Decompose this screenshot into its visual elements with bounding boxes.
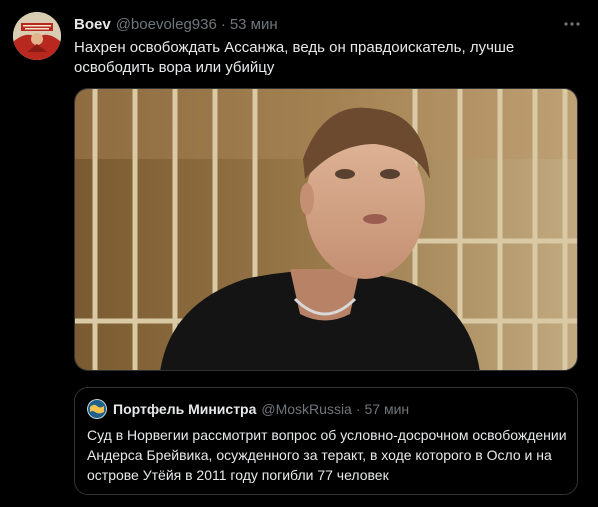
separator-dot: · xyxy=(220,15,226,33)
author-name[interactable]: Boev xyxy=(74,16,111,33)
author-handle[interactable]: @boevoleg936 xyxy=(116,16,217,33)
tweet-photo[interactable] xyxy=(74,88,578,371)
quoted-author-handle[interactable]: @MoskRussia xyxy=(261,401,351,417)
tweet-header: Boev @boevoleg936 · 53 мин xyxy=(74,14,278,34)
poster-avatar-icon xyxy=(13,12,61,60)
quoted-author-avatar[interactable] xyxy=(87,399,107,419)
globe-avatar-icon xyxy=(87,399,107,419)
quoted-tweet-text: Суд в Норвегии рассмотрит вопрос об усло… xyxy=(87,427,567,483)
more-horizontal-icon xyxy=(564,22,580,26)
quoted-tweet[interactable]: Портфель Министра @MoskRussia · 57 мин С… xyxy=(74,387,578,495)
quoted-header: Портфель Министра @MoskRussia · 57 мин xyxy=(113,400,409,418)
photo-man-behind-bars xyxy=(75,89,577,370)
quoted-separator-dot: · xyxy=(355,401,361,417)
tweet-text: Нахрен освобождать Ассанжа, ведь он прав… xyxy=(74,39,515,76)
tweet[interactable]: Boev @boevoleg936 · 53 мин Нахрен освобо… xyxy=(0,0,598,507)
more-options-button[interactable] xyxy=(562,14,582,34)
quoted-timestamp[interactable]: 57 мин xyxy=(365,401,410,417)
quoted-author-name[interactable]: Портфель Министра xyxy=(113,401,256,417)
author-avatar[interactable] xyxy=(13,12,61,60)
tweet-timestamp[interactable]: 53 мин xyxy=(230,16,278,33)
